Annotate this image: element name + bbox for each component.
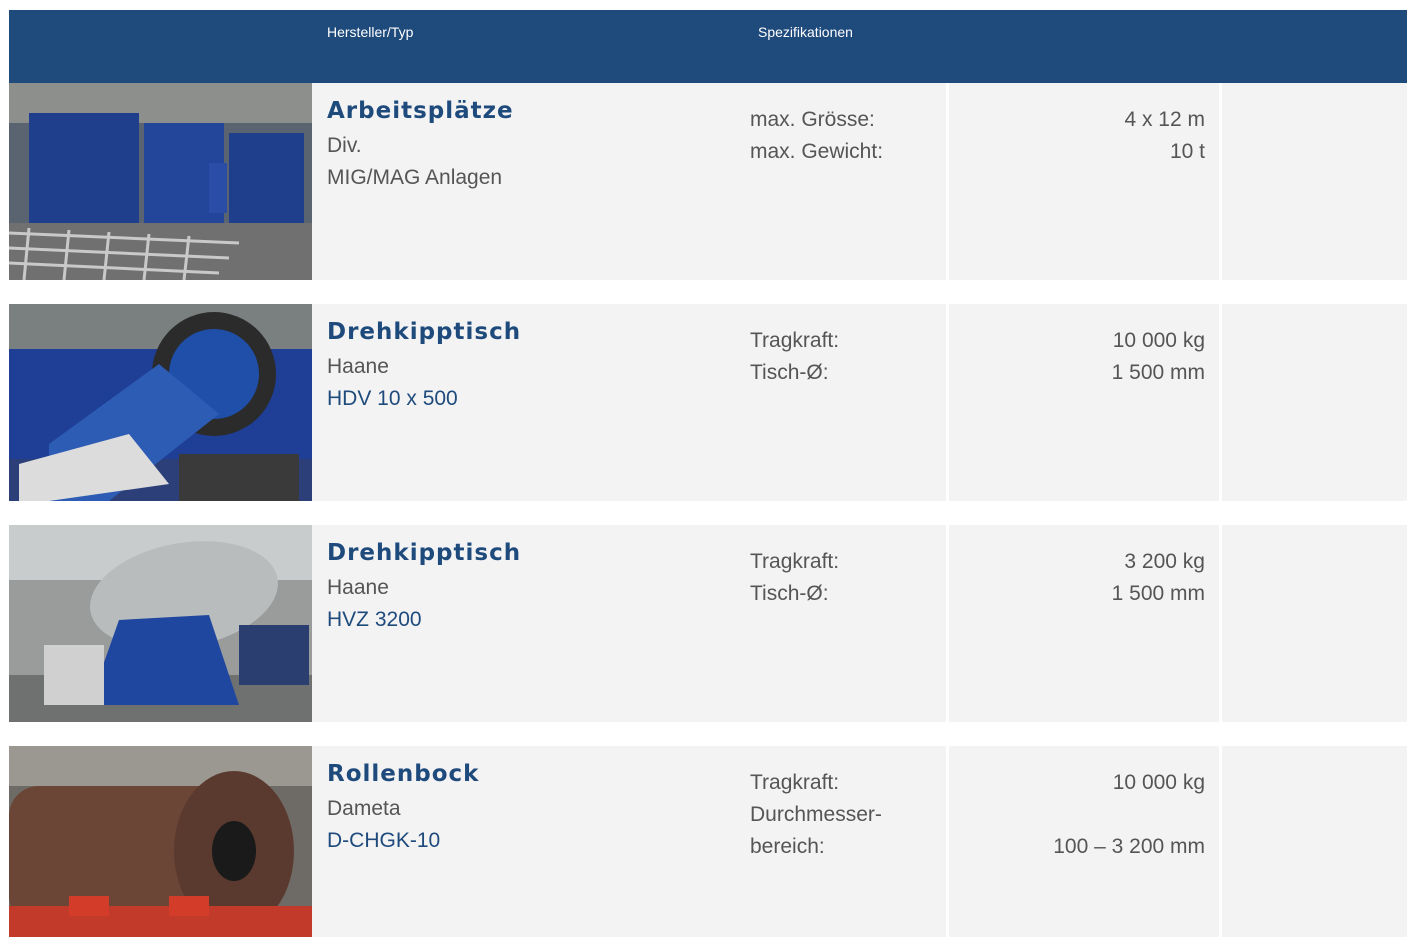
spec-value: 100 – 3 200 mm [1053, 835, 1205, 858]
spec-value: 1 500 mm [1111, 582, 1205, 605]
equipment-name-cell: Rollenbock Dameta D-CHGK-10 [312, 746, 737, 937]
equipment-photo [9, 746, 312, 937]
spec-value-cell: 10 000 kg 1 500 mm [949, 304, 1219, 501]
equipment-maker: Dameta [327, 797, 401, 820]
equipment-name-cell: Drehkipptisch Haane HDV 10 x 500 [312, 304, 737, 501]
equipment-row: Drehkipptisch Haane HVZ 3200 Tragkraft: … [9, 525, 1407, 722]
equipment-title: Rollenbock [327, 761, 480, 787]
table-header: Hersteller/Typ Spezifikationen [9, 10, 1407, 83]
spec-label: bereich: [750, 835, 825, 858]
spec-label-cell: Tragkraft: Durchmesser- bereich: [737, 746, 946, 937]
equipment-maker: Haane [327, 355, 389, 378]
spec-label-cell: Tragkraft: Tisch-Ø: [737, 525, 946, 722]
equipment-row: Drehkipptisch Haane HDV 10 x 500 Tragkra… [9, 304, 1407, 501]
equipment-name-cell: Drehkipptisch Haane HVZ 3200 [312, 525, 737, 722]
spec-label: max. Grösse: [750, 108, 875, 131]
spec-value: 10 000 kg [1112, 329, 1205, 352]
equipment-title: Drehkipptisch [327, 319, 522, 345]
spec-value: 1 500 mm [1111, 361, 1205, 384]
column-header-maker: Hersteller/Typ [327, 24, 414, 40]
spec-value: 10 t [1169, 140, 1205, 163]
spec-value: 4 x 12 m [1124, 108, 1205, 131]
equipment-model: D-CHGK-10 [327, 829, 441, 852]
spec-label-cell: Tragkraft: Tisch-Ø: [737, 304, 946, 501]
empty-cell [1222, 83, 1407, 280]
column-header-specs: Spezifikationen [758, 24, 853, 40]
equipment-model: HVZ 3200 [327, 608, 422, 631]
equipment-maker: Haane [327, 576, 389, 599]
spec-label: max. Gewicht: [750, 140, 884, 163]
spec-label: Tragkraft: [750, 550, 840, 573]
spec-label: Tragkraft: [750, 771, 840, 794]
equipment-row: Rollenbock Dameta D-CHGK-10 Tragkraft: D… [9, 746, 1407, 937]
equipment-model: MIG/MAG Anlagen [327, 166, 503, 189]
spec-label: Tragkraft: [750, 329, 840, 352]
spec-label-cell: max. Grösse: max. Gewicht: [737, 83, 946, 280]
spec-value-cell: 4 x 12 m 10 t [949, 83, 1219, 280]
spec-value [1053, 799, 1205, 831]
spec-label: Tisch-Ø: [750, 582, 829, 605]
empty-cell [1222, 746, 1407, 937]
equipment-photo [9, 83, 312, 280]
spec-value-cell: 3 200 kg 1 500 mm [949, 525, 1219, 722]
spec-value: 3 200 kg [1124, 550, 1205, 573]
equipment-name-cell: Arbeitsplätze Div. MIG/MAG Anlagen [312, 83, 737, 280]
equipment-row: Arbeitsplätze Div. MIG/MAG Anlagen max. … [9, 83, 1407, 280]
spec-label: Durchmesser- [750, 803, 882, 826]
equipment-maker: Div. [327, 134, 362, 157]
spec-value-cell: 10 000 kg 100 – 3 200 mm [949, 746, 1219, 937]
empty-cell [1222, 304, 1407, 501]
equipment-title: Arbeitsplätze [327, 98, 514, 124]
equipment-model: HDV 10 x 500 [327, 387, 458, 410]
spec-label: Tisch-Ø: [750, 361, 829, 384]
spec-value: 10 000 kg [1112, 771, 1205, 794]
equipment-photo [9, 525, 312, 722]
equipment-title: Drehkipptisch [327, 540, 522, 566]
empty-cell [1222, 525, 1407, 722]
equipment-photo [9, 304, 312, 501]
